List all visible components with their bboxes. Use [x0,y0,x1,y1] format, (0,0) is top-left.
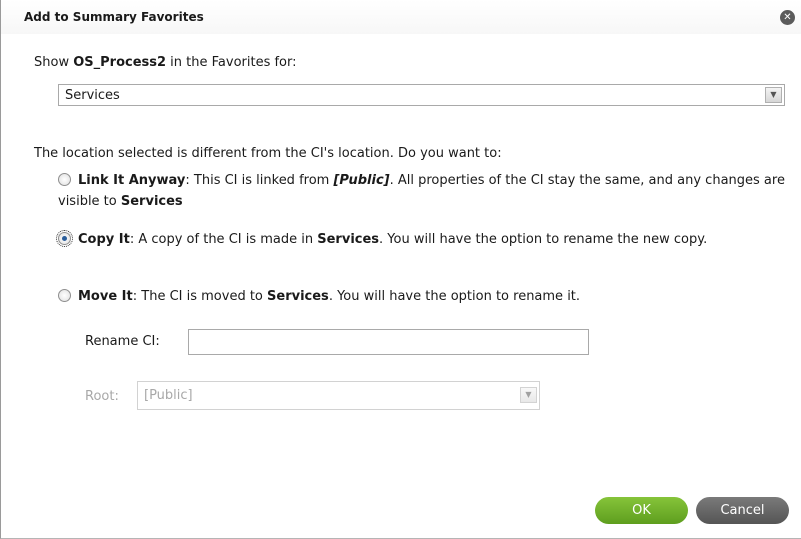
link-it-anyway-radio[interactable] [58,173,71,186]
root-select: [Public] ▼ [137,381,540,410]
ci-name: OS_Process2 [73,55,167,70]
root-label: Root: [85,389,119,404]
show-prefix: Show [34,55,74,70]
link-it-anyway-label: Link It Anyway [78,173,186,188]
ok-button[interactable]: OK [595,497,688,524]
favorites-for-select[interactable]: Services ▼ [58,84,785,106]
add-to-favorites-dialog: Add to Summary Favorites ✕ Show OS_Proce… [0,0,801,539]
move-it-radio[interactable] [58,289,71,302]
option-move-it[interactable]: Move It: The CI is moved to Services. Yo… [58,286,793,307]
copy-text2: . You will have the option to rename the… [379,232,708,247]
copy-text1: : A copy of the CI is made in [129,232,318,247]
move-text2: . You will have the option to rename it. [328,289,581,304]
copy-it-radio[interactable] [56,230,73,247]
root-value: [Public] [144,388,193,403]
move-target: Services [267,289,329,304]
favorites-for-value: Services [65,88,120,103]
chevron-down-icon: ▼ [520,387,537,403]
link-location: [Public] [333,173,390,188]
option-link-it-anyway[interactable]: Link It Anyway: This CI is linked from [… [58,170,793,212]
move-it-label: Move It [78,289,133,304]
dialog-title: Add to Summary Favorites [24,10,204,24]
link-target: Services [120,194,183,209]
location-question: The location selected is different from … [34,146,502,161]
chevron-down-icon[interactable]: ▼ [765,87,782,103]
rename-ci-label: Rename CI: [85,334,160,349]
option-copy-it[interactable]: Copy It: A copy of the CI is made in Ser… [56,229,793,250]
show-in-favorites-text: Show OS_Process2 in the Favorites for: [34,55,297,70]
move-text1: : The CI is moved to [132,289,268,304]
copy-it-label: Copy It [78,232,130,247]
cancel-button[interactable]: Cancel [696,497,789,524]
close-icon[interactable]: ✕ [780,10,795,25]
show-suffix: in the Favorites for: [166,55,297,70]
rename-ci-input[interactable] [188,329,589,355]
copy-target: Services [317,232,380,247]
link-text1: : This CI is linked from [185,173,334,188]
dialog-titlebar: Add to Summary Favorites ✕ [1,0,801,34]
